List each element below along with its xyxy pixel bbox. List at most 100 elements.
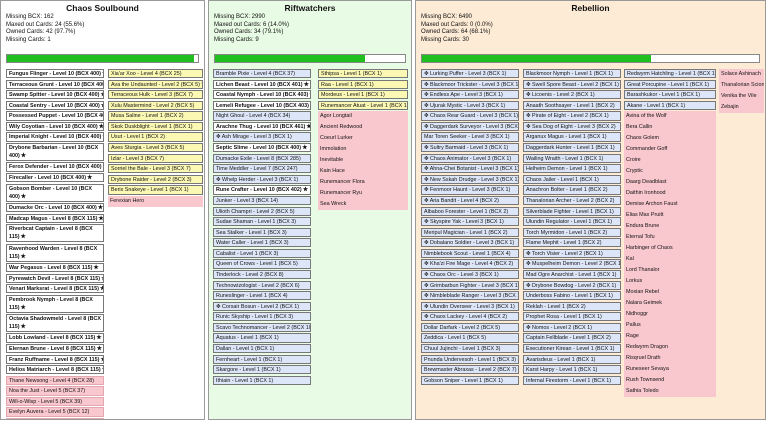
card-entry[interactable]: Runemancer Ryu	[318, 188, 408, 200]
card-entry[interactable]: ✥ Chaos Rear Guard - Level 3 (BCX 1)	[421, 111, 519, 121]
card-entry[interactable]: ✥ Skyspire Yak - Level 3 (BCX 1)	[421, 217, 519, 227]
card-entry[interactable]: ✥ Sea Dog of Eight - Level 3 (BCX 2)	[523, 121, 621, 132]
card-entry[interactable]: Chaos Golem	[624, 133, 716, 145]
card-entry[interactable]: Kal	[624, 254, 716, 266]
card-entry[interactable]: Albaboo Forester - Level 1 (BCX 2)	[421, 206, 519, 216]
card-entry[interactable]: Octavia Shadowmeld - Level 8 (BCX 115)★	[6, 314, 104, 333]
card-entry[interactable]: Immolation	[318, 144, 408, 156]
card-entry[interactable]: ✥ Chaos Animator - Level 3 (BCX 1)	[421, 153, 519, 163]
card-entry[interactable]: Will-o-Wisp - Level 5 (BCX 39)	[6, 396, 104, 407]
card-entry[interactable]: Pnunda Undervesoh - Level 1 (BCX 3)	[421, 354, 519, 364]
card-entry[interactable]: Sathia Toledo	[624, 386, 716, 398]
card-entry[interactable]: ✥ Chaos Lackey - Level 4 (BCX 2)	[421, 312, 519, 322]
card-entry[interactable]: Reklah - Level 1 (BCX 2)	[523, 301, 621, 311]
card-entry[interactable]: Ulundin Regulator - Level 1 (BCX 1)	[523, 217, 621, 227]
card-entry[interactable]: Coeurl Lurker	[318, 133, 408, 145]
card-entry[interactable]: Technowizologist - Level 2 (BCX 6)	[213, 280, 311, 290]
card-entry[interactable]: Karst Harpy - Level 1 (BCX 1)	[523, 365, 621, 375]
card-entry[interactable]: Iditi Pyre - Level 5 (BCX 33)	[6, 418, 104, 419]
card-entry[interactable]: Terraceous Hulk - Level 3 (BCX 7)	[108, 90, 203, 100]
card-entry[interactable]: Runemancer Flora	[318, 177, 408, 189]
card-entry[interactable]: ✥ Whelp Herder - Level 3 (BCX 1)	[213, 174, 311, 184]
card-entry[interactable]: Dumacke Exile - Level 8 (BCX 285)	[213, 153, 311, 163]
card-entry[interactable]: ✥ Fenmoor Haunt - Level 3 (BCX 1)	[421, 185, 519, 195]
card-entry[interactable]: Daggerdark Hunter - Level 1 (BCX 1)	[523, 143, 621, 153]
card-entry[interactable]: ✥ Licoenis - Level 2 (BCX 1)	[523, 90, 621, 100]
card-entry[interactable]: Redwyrm Dragon	[624, 342, 716, 354]
card-entry[interactable]: Riverbcat Captain - Level 8 (BCX 115)★	[6, 224, 104, 243]
card-entry[interactable]: Helheim Demon - Level 1 (BCX 1)	[523, 164, 621, 174]
card-entry[interactable]: Coastal Nymph - Level 10 (BCX 403)★	[213, 90, 311, 100]
card-entry[interactable]: Runemancer Atuat - Level 1 (BCX 1)	[318, 100, 408, 110]
card-entry[interactable]: ✥ Drybone Bowdog - Level 2 (BCX 1)	[523, 280, 621, 290]
card-entry[interactable]: Redwyrm Hatchling - Level 1 (BCX 1)	[624, 69, 716, 79]
card-entry[interactable]: Sea Wreck	[318, 199, 408, 211]
card-entry[interactable]: Infernal Firestorm - Level 1 (BCX 1)	[523, 375, 621, 385]
card-entry[interactable]: Elias Max Pruitt	[624, 210, 716, 222]
card-entry[interactable]: Ancient Redwood	[318, 122, 408, 134]
card-entry[interactable]: Akane - Level 1 (BCX 1)	[624, 100, 716, 110]
card-entry[interactable]: Rush Townsend	[624, 375, 716, 387]
card-entry[interactable]: Time Meddler - Level 7 (BCX 247)	[213, 164, 311, 174]
card-entry[interactable]: Mad Ogre Anarchist - Level 1 (BCX 1)	[523, 269, 621, 280]
card-entry[interactable]: Lord Thanalor	[624, 265, 716, 277]
card-entry[interactable]: ✥ Ahna-Chei Botanist - Level 3 (BCX 1)	[421, 164, 519, 174]
card-entry[interactable]: Zeddica - Level 1 (BCX 5)	[421, 333, 519, 343]
card-entry[interactable]: Cabalist - Level 1 (BCX 3)	[213, 248, 311, 259]
card-entry[interactable]: ✥ Aria Bandit - Level 4 (BCX 2)	[421, 195, 519, 206]
card-entry[interactable]: Barashkukor - Level 1 (BCX 1)	[624, 90, 716, 100]
card-entry[interactable]: Pyrewatch Devil - Level 8 (BCX 115)★	[6, 273, 104, 283]
card-entry[interactable]: Rune Crafter - Level 10 (BCX 402)★	[213, 185, 311, 195]
card-entry[interactable]: Usut - Level 1 (BCX 2)	[108, 132, 203, 142]
card-entry[interactable]: ✥ Swell Spore Beast - Level 2 (BCX 1)	[523, 79, 621, 89]
card-entry[interactable]: ✥ New Sskah Drudge - Level 3 (BCX 1)	[421, 174, 519, 184]
card-entry[interactable]: Cryptic	[624, 166, 716, 178]
card-entry[interactable]: Aves Sturgia - Level 3 (BCX 5)	[108, 143, 203, 153]
card-entry[interactable]: Runeslinger - Level 1 (BCX 4)	[213, 291, 311, 301]
card-entry[interactable]: Franz Ruffname - Level 8 (BCX 115)★	[6, 354, 104, 364]
card-entry[interactable]: Nidhoggr	[624, 309, 716, 321]
card-entry[interactable]: Rage	[624, 331, 716, 343]
card-entry[interactable]: Sorriel the Bale - Level 3 (BCX 7)	[108, 164, 203, 174]
card-entry[interactable]: Chuul Jujinchi - Level 1 (BCX 3)	[421, 344, 519, 354]
card-entry[interactable]: Queen of Crows - Level 1 (BCX 5)	[213, 259, 311, 269]
card-entry[interactable]: Avina of the Wolf	[624, 111, 716, 123]
card-entry[interactable]: Junker - Level 3 (BCX 14)	[213, 195, 311, 206]
card-entry[interactable]: Sea Stalker - Level 1 (BCX 3)	[213, 227, 311, 237]
card-entry[interactable]: Commander Goff	[624, 144, 716, 156]
card-entry[interactable]: Dumacke Orc - Level 10 (BCX 400)★	[6, 202, 104, 213]
card-entry[interactable]: Lichen Beast - Level 10 (BCX 401)★	[213, 79, 311, 89]
card-entry[interactable]: Thane Newsong - Level 4 (BCX 28)	[6, 375, 104, 385]
card-entry[interactable]: Xulu Mastermind - Level 2 (BCX 5)	[108, 100, 203, 110]
card-entry[interactable]: Elernan Brune - Level 8 (BCX 115)★	[6, 344, 104, 354]
card-entry[interactable]: ✥ Grimbarbun Fighter - Level 3 (BCX 1)	[421, 280, 519, 290]
card-entry[interactable]: Bera Callin	[624, 122, 716, 134]
card-entry[interactable]: Torch Myrmidon - Level 1 (BCX 2)	[523, 227, 621, 237]
card-entry[interactable]: Prophet Rosa - Level 1 (BCX 1)	[523, 312, 621, 322]
card-entry[interactable]: Mar Toren Seeker - Level 3 (BCX 1)	[421, 132, 519, 142]
card-entry[interactable]: ✥ Ujurak Mystic - Level 3 (BCX 1)	[421, 100, 519, 110]
card-entry[interactable]: Helios Matriarch - Level 8 (BCX 115)★	[6, 365, 104, 375]
card-entry[interactable]: Musa Saline - Level 1 (BCX 2)	[108, 111, 203, 121]
card-entry[interactable]: Anachron Bolter - Level 1 (BCX 2)	[523, 185, 621, 195]
card-entry[interactable]: Daarg Deadblast	[624, 177, 716, 189]
card-entry[interactable]: Night Ghoul - Level 4 (BCX 34)	[213, 111, 311, 121]
card-entry[interactable]: Arachne Thug - Level 10 (BCX 461)★	[213, 121, 311, 132]
card-entry[interactable]: Ithiain - Level 1 (BCX 1)	[213, 375, 311, 385]
card-entry[interactable]: Blackmoor Nymph - Level 1 (BCX 1)	[523, 69, 621, 79]
card-entry[interactable]: ✥ Ash Mirage - Level 3 (BCX 1)	[213, 132, 311, 142]
card-entry[interactable]: Inevitable	[318, 155, 408, 167]
card-entry[interactable]: Great Porcupine - Level 1 (BCX 1)	[624, 79, 716, 89]
card-entry[interactable]: Lemeli Refugee - Level 10 (BCX 403)★	[213, 100, 311, 110]
card-entry[interactable]: Agor Longtail	[318, 111, 408, 123]
card-entry[interactable]: Silverblade Fighter - Level 1 (BCX 1)	[523, 206, 621, 216]
card-entry[interactable]: Chaos Jailer - Level 1 (BCX 1)	[523, 174, 621, 184]
card-entry[interactable]: Venari Marksrat - Level 8 (BCX 115)★	[6, 284, 104, 294]
card-entry[interactable]: ✥ Muspelheim Demon - Level 2 (BCX 1)	[523, 259, 621, 269]
card-entry[interactable]: Septic Slime - Level 10 (BCX 400)★	[213, 143, 311, 153]
card-entry[interactable]: Tinderlock - Level 2 (BCX 8)	[213, 269, 311, 280]
card-entry[interactable]: Imperial Knight - Level 10 (BCX 400)★	[6, 132, 104, 142]
card-entry[interactable]: Madcap Magus - Level 8 (BCX 115)★	[6, 213, 104, 223]
card-entry[interactable]: Anaath Soothsayer - Level 1 (BCX 2)	[523, 100, 621, 110]
card-entry[interactable]: Nalara Geimek	[624, 298, 716, 310]
